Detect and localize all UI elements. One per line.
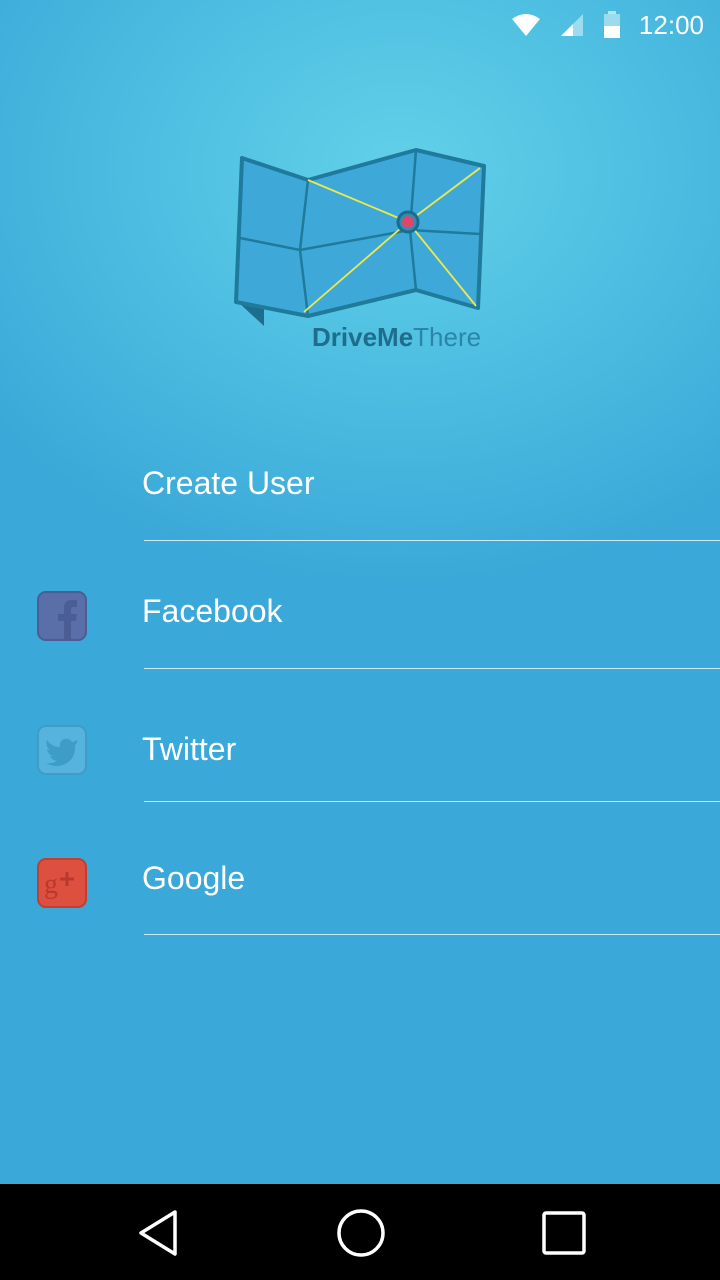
- google-plus-icon: g: [37, 858, 87, 908]
- google-login-button[interactable]: g Google: [0, 814, 720, 944]
- back-icon[interactable]: [135, 1208, 185, 1258]
- map-logo-icon: [234, 148, 486, 326]
- divider: [144, 934, 720, 935]
- facebook-login-button[interactable]: Facebook: [0, 548, 720, 678]
- twitter-icon: [37, 725, 87, 775]
- navigation-bar: [0, 1184, 720, 1280]
- facebook-label: Facebook: [142, 593, 283, 629]
- app-logo: DriveMeThere: [228, 140, 498, 370]
- google-label: Google: [142, 860, 246, 896]
- wifi-icon: [511, 14, 540, 36]
- recents-icon[interactable]: [539, 1208, 589, 1258]
- brand-name-bold: DriveMe: [312, 322, 414, 352]
- divider: [144, 540, 720, 541]
- divider: [144, 668, 720, 669]
- status-bar: 12:00: [0, 0, 720, 50]
- divider: [144, 801, 720, 802]
- status-icons: 12:00: [511, 8, 704, 42]
- battery-icon: [603, 11, 620, 38]
- clock: 12:00: [638, 9, 704, 40]
- twitter-label: Twitter: [142, 731, 237, 767]
- svg-text:g: g: [44, 869, 58, 900]
- home-icon[interactable]: [336, 1208, 386, 1258]
- brand-name: DriveMeThere: [312, 322, 481, 353]
- create-user-label: Create User: [142, 465, 315, 501]
- create-user-button[interactable]: Create User: [0, 420, 720, 550]
- twitter-login-button[interactable]: Twitter: [0, 681, 720, 811]
- facebook-icon: [37, 591, 87, 641]
- brand-name-light: There: [413, 322, 482, 352]
- signal-icon: [560, 14, 583, 36]
